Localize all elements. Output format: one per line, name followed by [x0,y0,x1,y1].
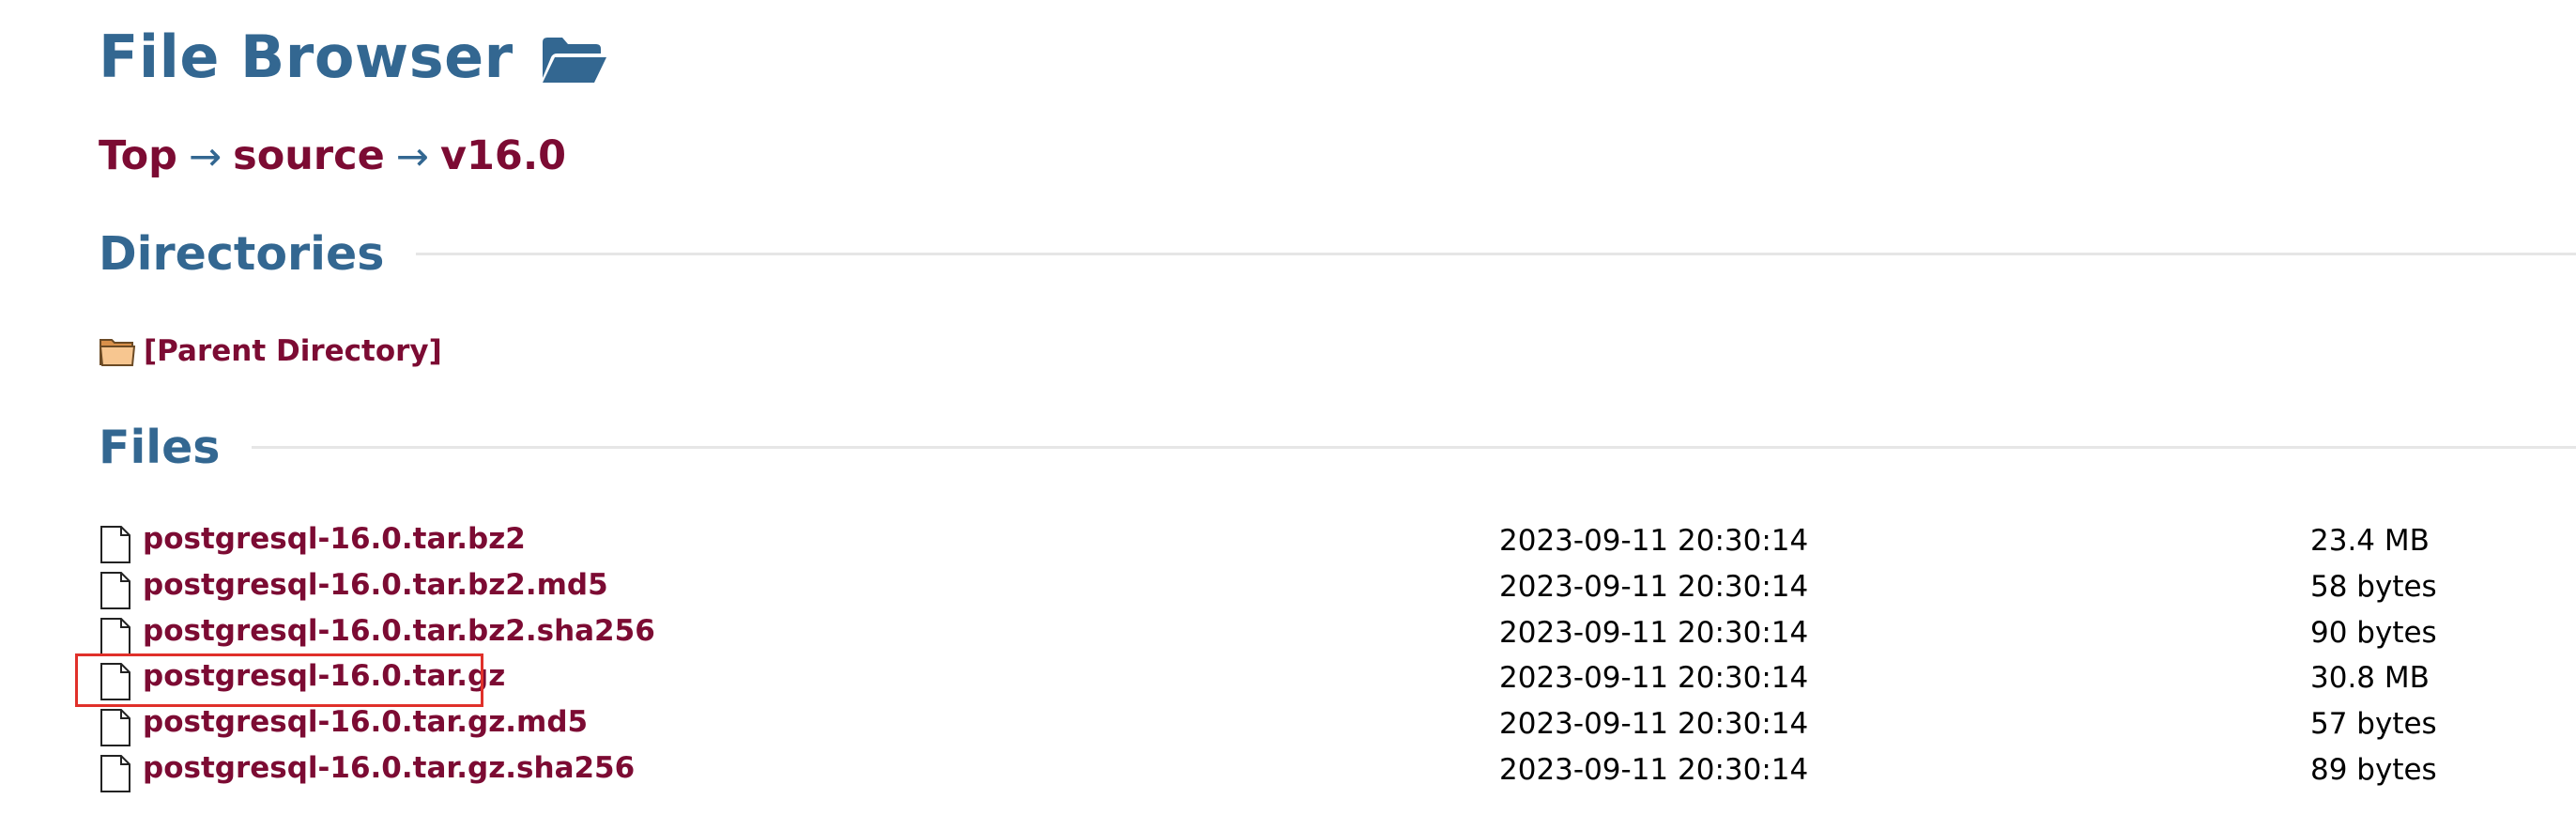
directories-heading-text: Directories [99,226,385,281]
file-browser-page: File Browser Top → source → v16.0 Direct… [0,0,2576,830]
file-date: 2023-09-11 20:30:14 [1499,524,1809,558]
heading-divider [252,445,2576,449]
breadcrumb-version[interactable]: v16.0 [440,132,566,179]
file-row: postgresql-16.0.tar.gz 2023-09-11 20:30:… [99,656,2474,702]
file-icon [99,571,132,610]
breadcrumb-source[interactable]: source [233,132,385,179]
directory-item-parent[interactable]: [Parent Directory] [99,330,442,372]
file-date: 2023-09-11 20:30:14 [1499,569,1809,604]
files-heading-text: Files [99,420,221,474]
file-size: 89 bytes [2310,752,2437,787]
file-link[interactable]: postgresql-16.0.tar.bz2 [143,522,526,556]
folder-open-icon [540,35,609,85]
folder-icon [99,334,136,368]
breadcrumb-separator: → [395,132,429,179]
directories-section-heading: Directories [99,223,2576,284]
file-icon [99,617,132,656]
file-row: postgresql-16.0.tar.gz.sha256 2023-09-11… [99,748,2474,794]
parent-directory-link[interactable]: [Parent Directory] [144,334,442,368]
file-date: 2023-09-11 20:30:14 [1499,707,1809,742]
heading-divider [416,252,2576,255]
file-icon [99,662,132,701]
files-table: postgresql-16.0.tar.bz2 2023-09-11 20:30… [99,519,2474,794]
file-icon [99,708,132,747]
file-date: 2023-09-11 20:30:14 [1499,615,1809,650]
breadcrumb: Top → source → v16.0 [99,126,566,186]
file-icon [99,754,132,793]
file-date: 2023-09-11 20:30:14 [1499,752,1809,787]
file-row: postgresql-16.0.tar.gz.md5 2023-09-11 20… [99,702,2474,748]
file-row: postgresql-16.0.tar.bz2 2023-09-11 20:30… [99,519,2474,565]
file-size: 58 bytes [2310,569,2437,604]
breadcrumb-top[interactable]: Top [99,132,177,179]
file-link[interactable]: postgresql-16.0.tar.bz2.md5 [143,568,608,602]
files-section-heading: Files [99,417,2576,477]
file-icon [99,525,132,564]
page-title-text: File Browser [99,22,514,91]
file-link[interactable]: postgresql-16.0.tar.gz.md5 [143,705,588,739]
file-size: 23.4 MB [2310,524,2430,558]
page-title: File Browser [99,17,609,96]
file-row: postgresql-16.0.tar.bz2.sha256 2023-09-1… [99,611,2474,657]
file-link[interactable]: postgresql-16.0.tar.gz [143,659,505,693]
file-size: 30.8 MB [2310,661,2430,696]
file-date: 2023-09-11 20:30:14 [1499,661,1809,696]
file-link[interactable]: postgresql-16.0.tar.bz2.sha256 [143,614,655,648]
file-link[interactable]: postgresql-16.0.tar.gz.sha256 [143,751,635,785]
file-size: 90 bytes [2310,615,2437,650]
file-row: postgresql-16.0.tar.bz2.md5 2023-09-11 2… [99,565,2474,611]
breadcrumb-separator: → [188,132,222,179]
file-size: 57 bytes [2310,707,2437,742]
